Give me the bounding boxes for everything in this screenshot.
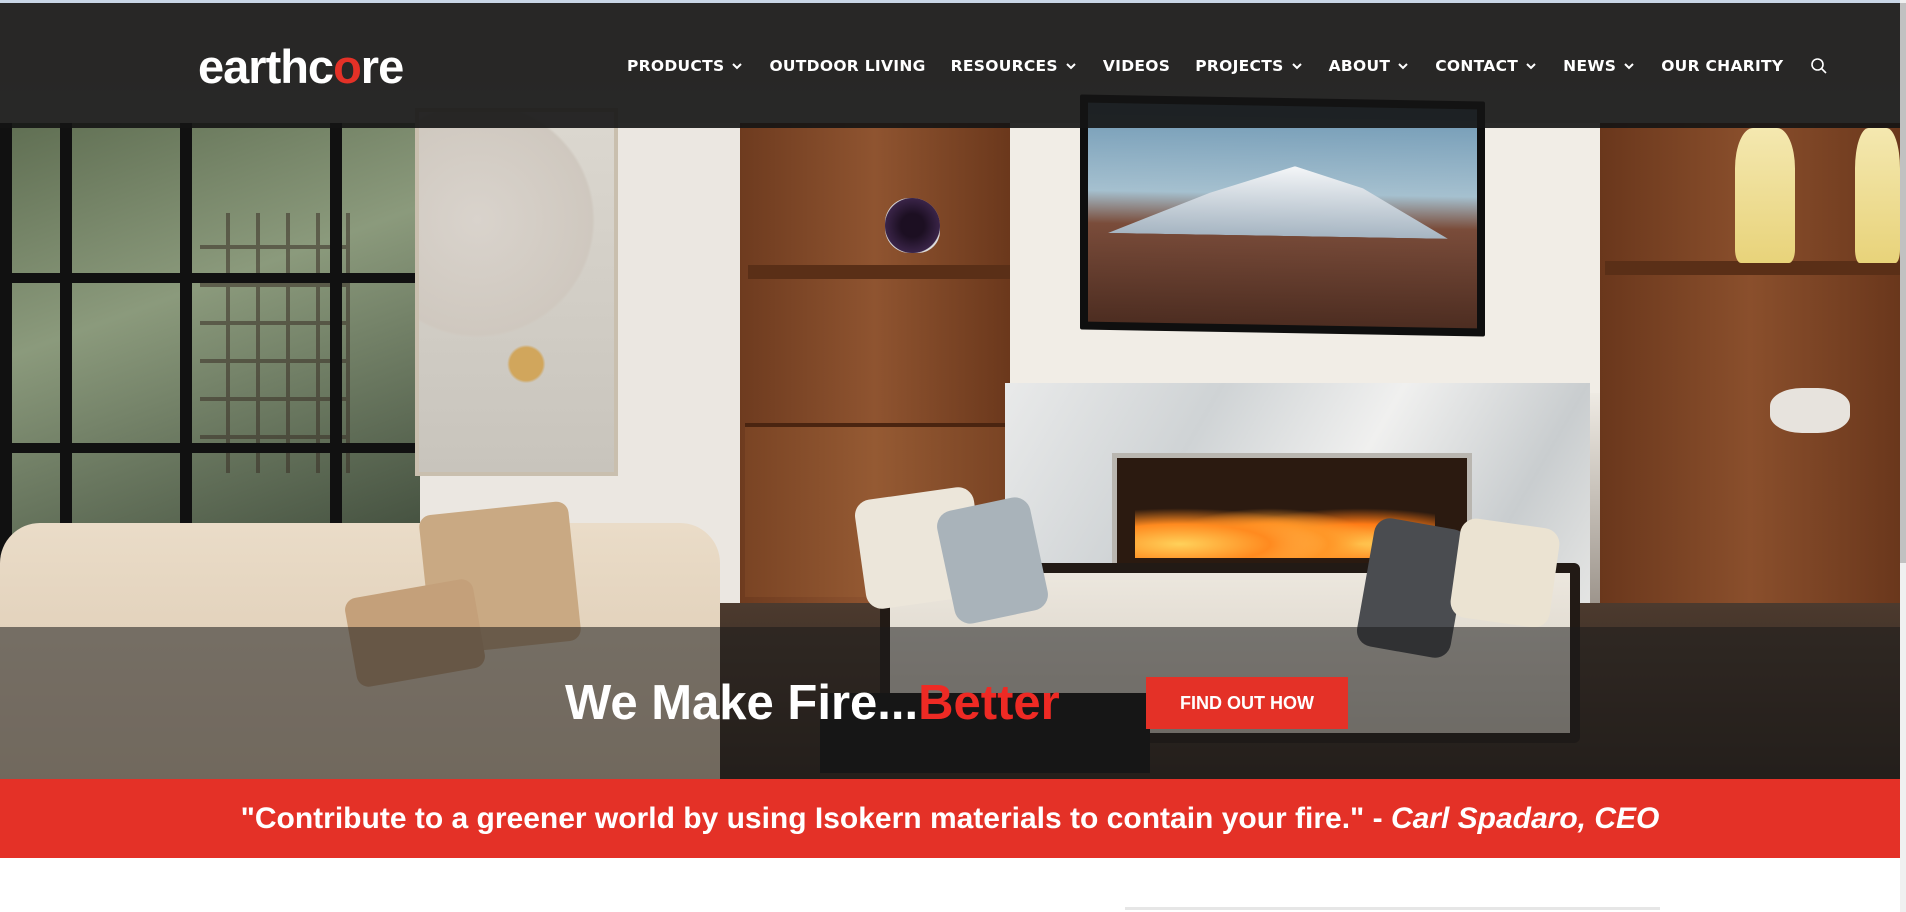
find-out-how-button[interactable]: FIND OUT HOW [1146,677,1348,729]
shelf [1605,261,1900,275]
window-lattice [200,213,350,473]
scrollbar-thumb[interactable] [1900,3,1906,563]
ceo-quote: "Contribute to a greener world by using … [241,802,1660,836]
vase-decor [1855,128,1900,263]
nav-item-label: PROJECTS [1195,57,1284,75]
nav-item-products[interactable]: PRODUCTS [627,57,744,75]
main-menu: PRODUCTS OUTDOOR LIVING RESOURCES VIDEOS… [627,51,1828,81]
nav-item-label: NEWS [1563,57,1617,75]
nav-item-label: OUR CHARITY [1661,57,1784,75]
logo-text: re [360,40,404,93]
headline-main: We Make Fire... [565,676,919,730]
chevron-down-icon [1398,63,1408,70]
logo-text: earthc [198,40,334,93]
window-bar [0,443,420,453]
headline-accent: Better [918,676,1060,730]
logo-text-o: o [333,40,362,93]
window-frame [0,123,12,563]
quote-author: Carl Spadaro, CEO [1390,801,1660,835]
earthcore-logo[interactable]: earthcore [198,39,404,95]
crystal-decor [1770,388,1850,433]
nav-item-label: RESOURCES [950,57,1058,75]
nav-item-videos[interactable]: VIDEOS [1103,57,1170,75]
search-icon[interactable] [1810,57,1828,75]
chevron-down-icon [1066,63,1076,70]
window-bar [0,273,420,283]
chevron-down-icon [1624,63,1634,70]
vase-decor [1735,128,1795,263]
abstract-painting [415,108,618,476]
chevron-down-icon [732,63,743,70]
window-frame [60,123,72,563]
content-divider [1125,907,1660,910]
wall-tv [1080,94,1485,337]
nav-item-our-charity[interactable]: OUR CHARITY [1661,57,1783,75]
nav-item-label: CONTACT [1435,57,1519,75]
nav-item-news[interactable]: NEWS [1563,57,1636,75]
nav-item-label: ABOUT [1328,57,1391,75]
geode-decor [885,198,940,253]
nav-item-label: OUTDOOR LIVING [769,57,926,75]
hero-headline: We Make Fire...Better [565,675,1060,731]
nav-item-resources[interactable]: RESOURCES [951,57,1078,75]
nav-item-outdoor-living[interactable]: OUTDOOR LIVING [769,57,925,75]
header-navbar: earthcore PRODUCTS OUTDOOR LIVING RESOUR… [0,3,1900,128]
nav-item-label: VIDEOS [1102,57,1171,75]
chevron-down-icon [1291,63,1302,70]
nav-item-about[interactable]: ABOUT [1329,57,1411,75]
nav-item-contact[interactable]: CONTACT [1435,57,1538,75]
nav-item-projects[interactable]: PROJECTS [1195,57,1303,75]
pillow [1448,516,1562,630]
quote-banner: "Contribute to a greener world by using … [0,779,1900,858]
window-frame [330,123,342,563]
quote-body: "Contribute to a greener world by using … [240,801,1391,835]
chevron-down-icon [1526,63,1536,70]
nav-item-label: PRODUCTS [627,57,725,75]
window-frame [180,123,192,563]
shelf [748,265,1013,279]
